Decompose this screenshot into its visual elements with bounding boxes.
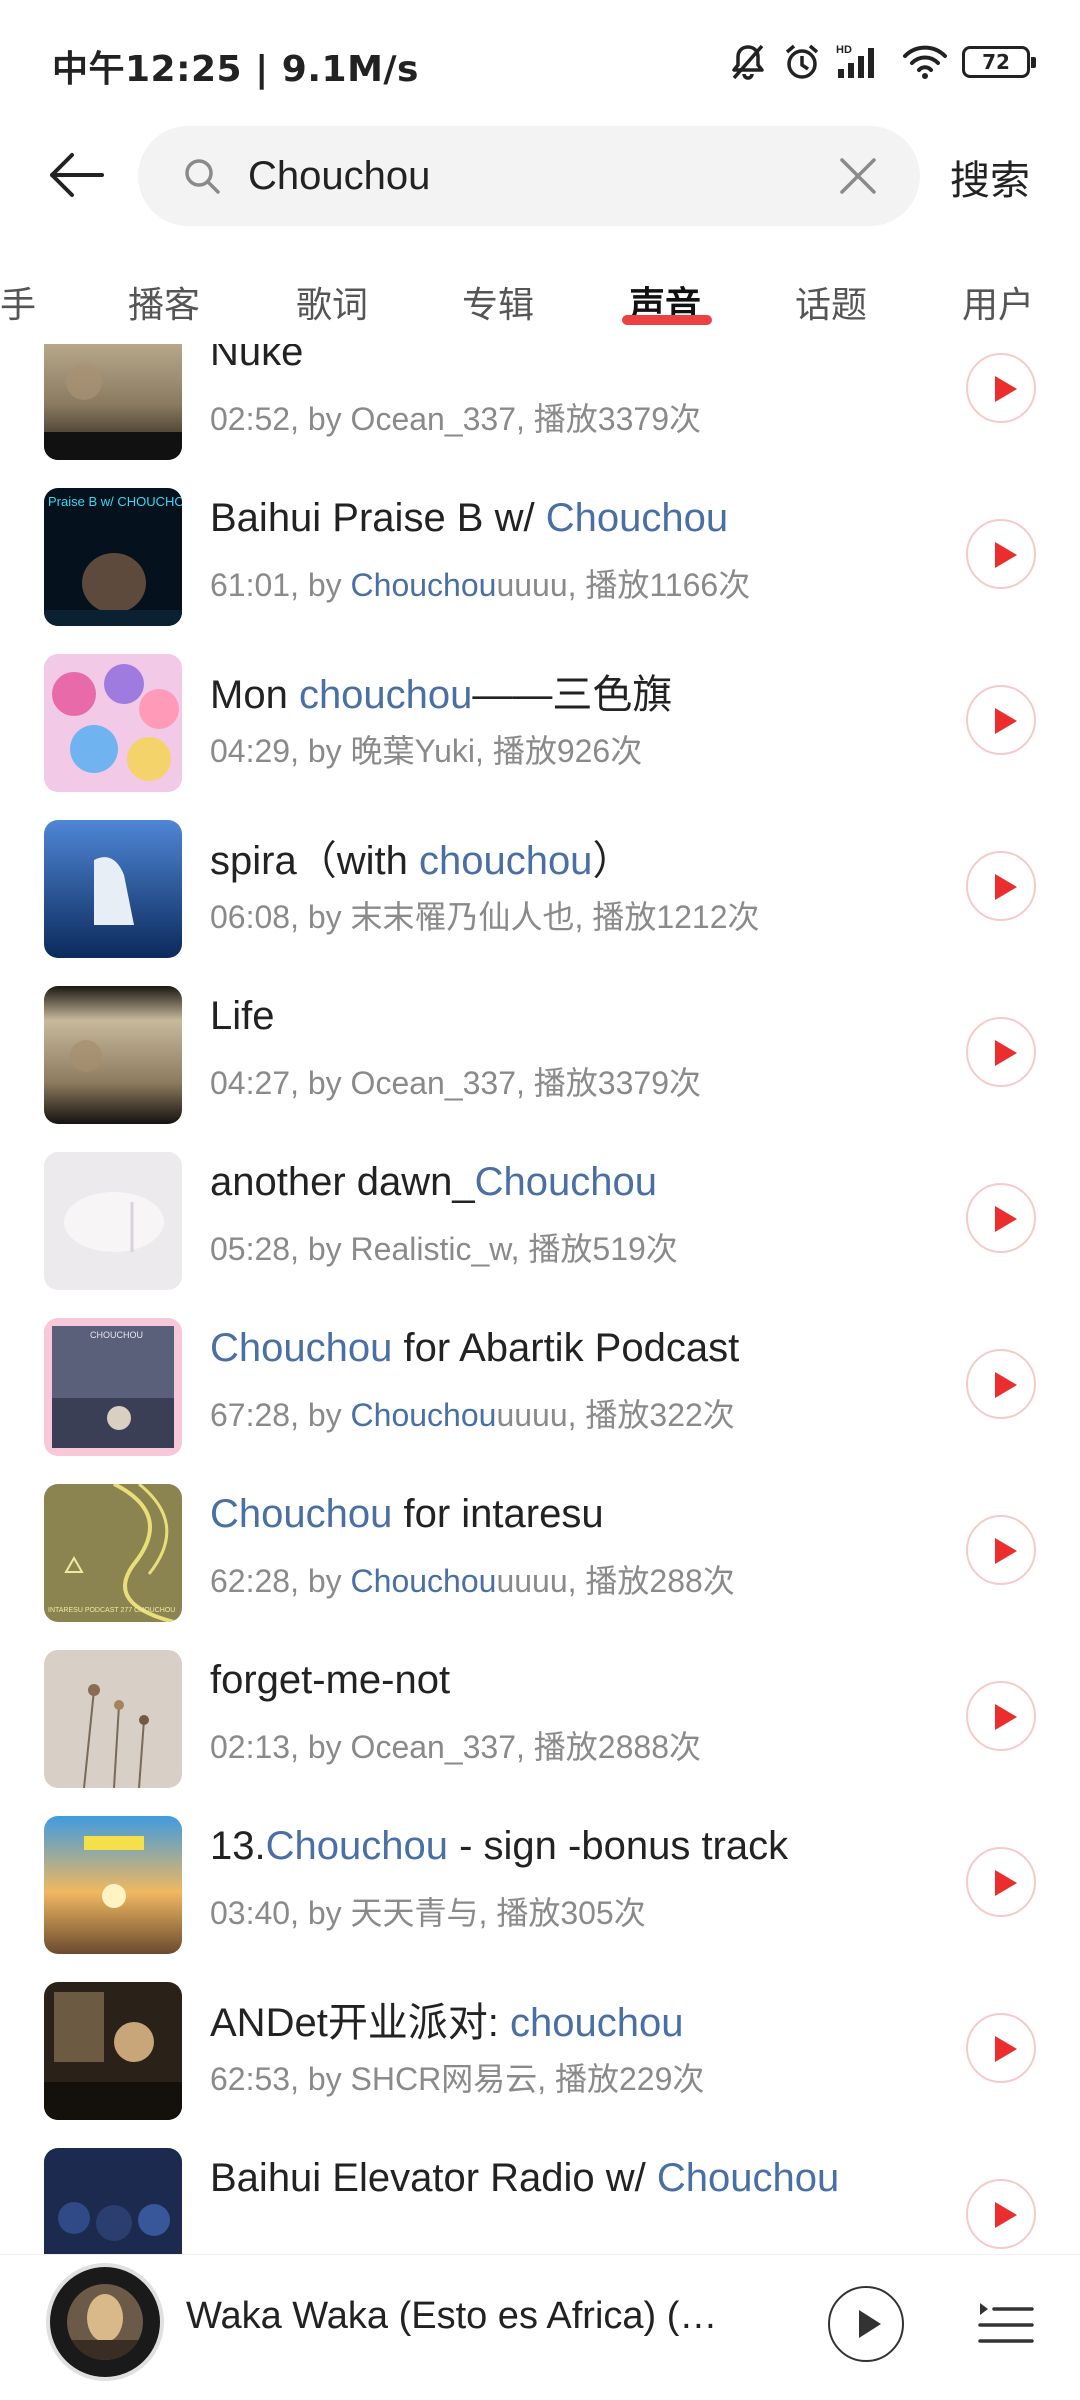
mini-player[interactable]: Waka Waka (Esto es Africa) (… [0,2254,1080,2400]
item-meta: 67:28, by Chouchouuuuu, 播放322次 [210,1397,735,1433]
tab-lyrics[interactable]: 歌词 [296,276,368,328]
item-meta: 62:53, by SHCR网易云, 播放229次 [210,2061,705,2097]
item-meta: 05:28, by Realistic_w, 播放519次 [210,1231,678,1267]
play-button[interactable] [966,851,1036,921]
tab-podcast[interactable]: 播客 [128,276,200,328]
list-item[interactable]: Praise B w/ CHOUCHOU Baihui Praise B w/ … [0,466,1080,632]
list-item[interactable]: Baihui Elevator Radio w/ Chouchou [0,2126,1080,2254]
svg-text:Praise B w/ CHOUCHOU: Praise B w/ CHOUCHOU [48,494,182,509]
play-button[interactable] [966,1017,1036,1087]
status-icons: HD 72 [728,40,1036,84]
list-item[interactable]: another dawn_Chouchou 05:28, by Realisti… [0,1130,1080,1296]
item-meta: 06:08, by 末末罹乃仙人也, 播放1212次 [210,899,760,935]
active-tab-indicator [622,315,712,325]
play-button[interactable] [966,1183,1036,1253]
play-button[interactable] [966,2013,1036,2083]
list-item[interactable]: Mon chouchou——三色旗 04:29, by 晚葉Yuki, 播放92… [0,632,1080,798]
voice-results-list: Nuke 02:52, by Ocean_337, 播放3379次 Praise… [0,344,1080,2254]
cover-thumbnail: Praise B w/ CHOUCHOU [44,488,182,626]
search-input[interactable] [248,144,808,208]
playlist-icon[interactable] [978,2295,1034,2351]
wifi-icon [903,45,947,79]
cover-thumbnail [44,654,182,792]
battery-indicator: 72 [962,46,1036,78]
item-title: Life [210,994,275,1038]
signal-icon: HD [836,44,874,78]
item-meta: 02:52, by Ocean_337, 播放3379次 [210,401,701,437]
item-meta: 04:27, by Ocean_337, 播放3379次 [210,1065,701,1101]
cover-thumbnail [44,1152,182,1290]
play-button[interactable] [966,2179,1036,2249]
play-button[interactable] [966,1515,1036,1585]
arrow-left-icon [50,153,104,197]
status-time-speed: 中午12:25 | 9.1M/s [52,49,419,90]
item-title: ANDet开业派对: chouchou [210,2001,684,2045]
search-submit-button[interactable]: 搜索 [950,148,1030,206]
tab-album[interactable]: 专辑 [462,276,534,328]
play-button[interactable] [966,1847,1036,1917]
now-playing-title[interactable]: Waka Waka (Esto es Africa) (… [186,2295,726,2338]
battery-level: 72 [982,50,1010,74]
svg-text:CHOUCHOU: CHOUCHOU [90,1330,143,1340]
list-item[interactable]: ANDet开业派对: chouchou 62:53, by SHCR网易云, 播… [0,1960,1080,2126]
player-play-button[interactable] [828,2286,904,2362]
item-title: Baihui Praise B w/ Chouchou [210,496,729,540]
back-button[interactable] [40,142,112,208]
play-button[interactable] [966,519,1036,589]
item-meta: 62:28, by Chouchouuuuu, 播放288次 [210,1563,735,1599]
item-title: Chouchou for intaresu [210,1492,604,1536]
cover-thumbnail [44,1982,182,2120]
close-icon[interactable] [836,154,880,198]
play-button[interactable] [966,353,1036,423]
signal-hd-label: HD [836,44,852,56]
item-title: Chouchou for Abartik Podcast [210,1326,740,1370]
tab-topic[interactable]: 话题 [795,276,867,328]
cover-thumbnail: INTARESU PODCAST 277 CHOUCHOU [44,1484,182,1622]
play-button[interactable] [966,1349,1036,1419]
cover-thumbnail: CHOUCHOU [44,1318,182,1456]
mute-bell-icon [732,44,764,80]
cover-thumbnail [44,1816,182,1954]
item-title: forget-me-not [210,1658,451,1702]
item-title: Nuke [210,344,304,374]
result-category-tabs: 手 播客 歌词 专辑 声音 话题 用户 [0,262,1080,344]
play-button[interactable] [966,1681,1036,1751]
list-item[interactable]: Life 04:27, by Ocean_337, 播放3379次 [0,964,1080,1130]
list-item[interactable]: spira（with chouchou） 06:08, by 末末罹乃仙人也, … [0,798,1080,964]
play-button[interactable] [966,685,1036,755]
list-item[interactable]: INTARESU PODCAST 277 CHOUCHOU Chouchou f… [0,1462,1080,1628]
item-meta: 03:40, by 天天青与, 播放305次 [210,1895,646,1931]
tab-user[interactable]: 用户 [962,276,1034,328]
cover-thumbnail [44,2148,182,2254]
list-item[interactable]: CHOUCHOU Chouchou for Abartik Podcast 67… [0,1296,1080,1462]
item-title: 13.Chouchou - sign -bonus track [210,1824,789,1868]
svg-text:INTARESU PODCAST 277 CHOUCHOU: INTARESU PODCAST 277 CHOUCHOU [48,1607,175,1614]
item-meta: 61:01, by Chouchouuuuu, 播放1166次 [210,567,751,603]
list-item[interactable]: Nuke 02:52, by Ocean_337, 播放3379次 [0,344,1080,466]
item-title: Mon chouchou——三色旗 [210,673,673,717]
item-meta: 02:13, by Ocean_337, 播放2888次 [210,1729,701,1765]
cover-thumbnail [44,344,182,460]
search-icon [185,159,220,194]
status-bar: 中午12:25 | 9.1M/s HD 72 [0,0,1080,120]
list-item[interactable]: 13.Chouchou - sign -bonus track 03:40, b… [0,1794,1080,1960]
item-title: Baihui Elevator Radio w/ Chouchou [210,2156,840,2200]
search-box[interactable] [138,126,920,226]
item-title: another dawn_Chouchou [210,1160,658,1204]
now-playing-disc[interactable] [46,2263,164,2381]
search-header: 搜索 [0,120,1080,230]
cover-thumbnail [44,820,182,958]
cover-thumbnail [44,986,182,1124]
alarm-clock-icon [785,44,819,79]
cover-thumbnail [44,1650,182,1788]
list-item[interactable]: forget-me-not 02:13, by Ocean_337, 播放288… [0,1628,1080,1794]
item-title: spira（with chouchou） [210,839,633,883]
now-playing-cover [67,2284,143,2360]
item-meta: 04:29, by 晚葉Yuki, 播放926次 [210,733,643,769]
tab-singer[interactable]: 手 [0,276,36,328]
